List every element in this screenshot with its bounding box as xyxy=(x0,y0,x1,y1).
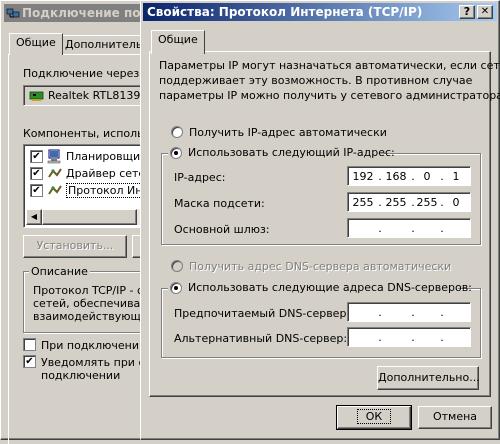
scroll-thumb[interactable] xyxy=(42,209,137,225)
back-window-title: Подключение по xyxy=(22,6,141,20)
description-caption: Описание xyxy=(29,265,90,278)
description-line-2: сетей, обеспечиваю xyxy=(33,297,150,310)
list-item[interactable]: ✔ Планировщик xyxy=(28,148,148,165)
subnet-mask-label: Маска подсети: xyxy=(174,197,265,210)
ip-manual-label[interactable]: Использовать следующий IP-адрес: xyxy=(188,146,395,159)
network-driver-icon xyxy=(47,167,63,183)
ip-manual-caption: Использовать следующий IP-адрес: xyxy=(168,145,395,161)
notify-checkbox[interactable]: ✔ xyxy=(23,355,36,368)
dns-auto-radio[interactable] xyxy=(171,260,183,272)
ip-manual-radio[interactable] xyxy=(170,147,182,159)
horizontal-scrollbar[interactable]: ◀ xyxy=(26,209,152,225)
gateway-field[interactable]: . . . xyxy=(347,218,471,238)
scroll-left-button[interactable]: ◀ xyxy=(26,209,42,225)
list-item[interactable]: ✔ Протокол Инте xyxy=(28,182,158,200)
info-line-2: поддерживает эту возможность. В противно… xyxy=(159,74,473,87)
components-label: Компоненты, использу xyxy=(23,127,156,140)
dns-manual-group xyxy=(161,288,481,358)
components-list[interactable]: ✔ Планировщик ✔ Драйвер сетев ✔ Протокол… xyxy=(23,144,158,228)
help-button[interactable]: ? xyxy=(459,5,475,19)
back-window-titlebar[interactable]: Подключение по xyxy=(4,4,148,22)
dns-manual-caption: Использовать следующие адреса DNS-сервер… xyxy=(168,280,472,296)
adapter-name: Realtek RTL8139 xyxy=(48,89,141,102)
back-window-app-icon xyxy=(6,6,20,18)
info-line-1: Параметры IP могут назначаться автоматич… xyxy=(159,59,500,72)
component-checkbox[interactable]: ✔ xyxy=(30,167,43,180)
subnet-mask-field[interactable]: 255. 255. 255. 0 xyxy=(347,192,471,212)
notify-label-line-1: Уведомлять при ог xyxy=(41,356,151,369)
component-label: Драйвер сетев xyxy=(66,167,152,180)
alternate-dns-field[interactable]: . . . xyxy=(347,327,471,347)
list-item[interactable]: ✔ Драйвер сетев xyxy=(28,165,152,183)
adapter-field: Realtek RTL8139 xyxy=(23,85,153,106)
ip-auto-radio[interactable] xyxy=(171,126,183,138)
ok-button[interactable]: ОК xyxy=(336,405,412,430)
dns-manual-label[interactable]: Использовать следующие адреса DNS-сервер… xyxy=(188,281,472,294)
component-checkbox[interactable]: ✔ xyxy=(30,184,43,197)
dns-auto-label[interactable]: Получить адрес DNS-сервера автоматически xyxy=(189,260,451,273)
alternate-dns-label: Альтернативный DNS-сервер: xyxy=(174,332,348,345)
preferred-dns-label: Предпочитаемый DNS-сервер: xyxy=(174,307,351,320)
back-window: Подключение по Общие Дополнительно Подкл… xyxy=(0,0,164,444)
notify-label-line-2: подключении xyxy=(41,369,121,382)
tab-general[interactable]: Общие xyxy=(151,30,205,54)
install-button[interactable]: Установить... xyxy=(23,235,127,258)
ip-auto-label[interactable]: Получить IP-адрес автоматически xyxy=(189,126,387,139)
show-icon-checkbox[interactable] xyxy=(23,338,36,351)
component-label: Планировщик xyxy=(66,150,147,163)
component-checkbox[interactable]: ✔ xyxy=(30,150,43,163)
cancel-button[interactable]: Отмена xyxy=(418,406,492,429)
close-icon: ✕ xyxy=(480,6,490,17)
protocol-icon xyxy=(47,184,63,200)
dialog-titlebar[interactable]: Свойства: Протокол Интернета (TCP/IP) xyxy=(143,3,497,21)
show-icon-label: При подключении в xyxy=(41,339,157,352)
description-line-1: Протокол TCP/IP - с xyxy=(33,284,144,297)
description-line-3: взаимодействующи xyxy=(33,310,148,323)
info-line-3: параметры IP можно получить у сетевого а… xyxy=(159,89,500,102)
preferred-dns-field[interactable]: . . . xyxy=(347,302,471,322)
close-button[interactable]: ✕ xyxy=(477,5,493,19)
ip-address-label: IP-адрес: xyxy=(174,171,226,184)
back-tab-general[interactable]: Общие xyxy=(9,33,63,55)
tcpip-properties-dialog: Свойства: Протокол Интернета (TCP/IP) ? … xyxy=(140,0,500,440)
advanced-button[interactable]: Дополнительно... xyxy=(377,366,480,390)
network-card-icon xyxy=(29,90,45,105)
dns-manual-radio[interactable] xyxy=(170,282,182,294)
connect-via-label: Подключение через: xyxy=(23,67,143,80)
dialog-title: Свойства: Протокол Интернета (TCP/IP) xyxy=(147,5,423,19)
gateway-label: Основной шлюз: xyxy=(174,223,270,236)
ip-address-field[interactable]: 192. 168. 0. 1 xyxy=(347,166,471,186)
